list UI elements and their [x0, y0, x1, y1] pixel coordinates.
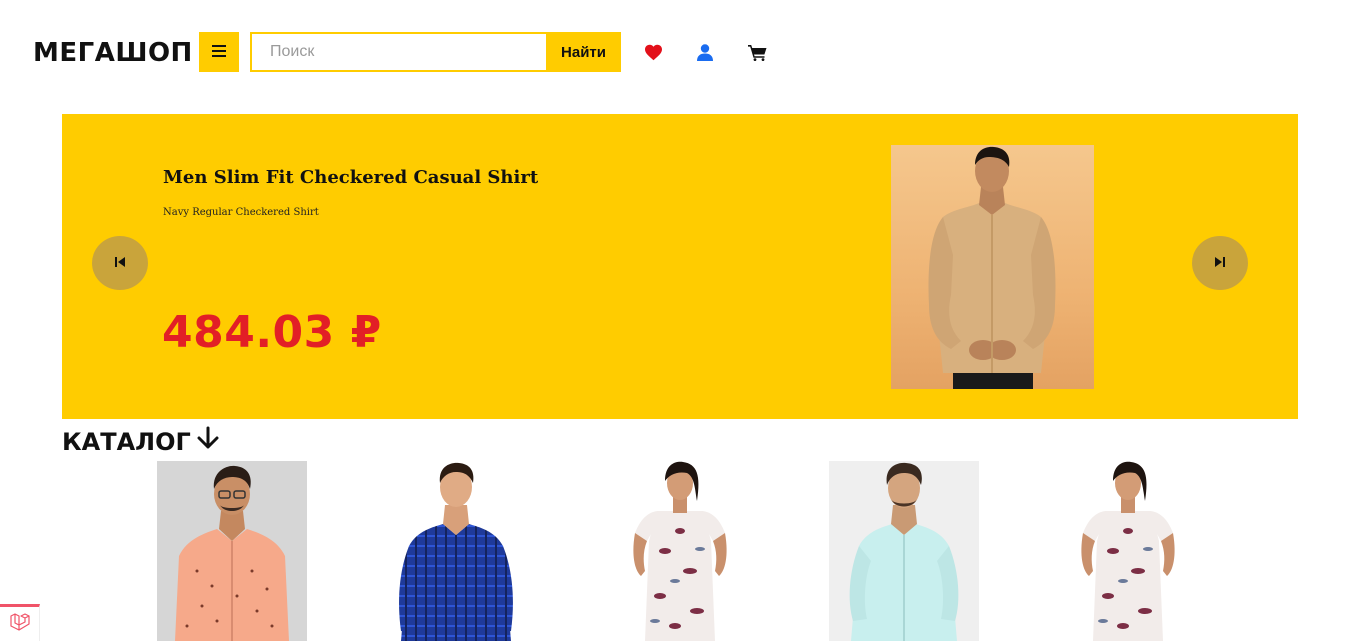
- banner-subtitle: Navy Regular Checkered Shirt: [163, 207, 319, 218]
- product-card[interactable]: [157, 461, 307, 641]
- floral-dress-photo: [633, 461, 727, 641]
- heart-icon[interactable]: [642, 41, 664, 63]
- arrow-down-icon: [197, 426, 219, 457]
- framework-logo-icon: [9, 612, 31, 637]
- menu-button[interactable]: [199, 32, 239, 72]
- search-bar: Найти: [250, 32, 621, 72]
- banner-product-image[interactable]: [891, 145, 1094, 389]
- user-icon[interactable]: [694, 41, 716, 63]
- debugbar-toggle[interactable]: [0, 604, 40, 641]
- banner-next-button[interactable]: [1192, 236, 1248, 290]
- product-card[interactable]: [1053, 461, 1203, 641]
- skip-next-icon: [1214, 256, 1226, 271]
- search-input[interactable]: [250, 32, 546, 72]
- mint-shirt-photo: [849, 462, 959, 641]
- banner-title[interactable]: Men Slim Fit Checkered Casual Shirt: [163, 167, 538, 188]
- menu-icon: [212, 44, 226, 60]
- search-button[interactable]: Найти: [546, 32, 621, 72]
- skip-previous-icon: [114, 256, 126, 271]
- banner-prev-button[interactable]: [92, 236, 148, 290]
- cart-icon[interactable]: [746, 41, 768, 63]
- catalog-title: КАТАЛОГ: [62, 427, 191, 456]
- banner-price: 484.03 ₽: [162, 307, 382, 358]
- product-card[interactable]: [605, 461, 755, 641]
- catalog-heading: КАТАЛОГ: [62, 426, 219, 457]
- site-logo[interactable]: МЕГАШОП: [33, 36, 193, 70]
- floral-dress-photo: [1081, 461, 1175, 641]
- blue-checkered-shirt-photo: [399, 462, 513, 641]
- peach-printed-shirt-photo: [175, 465, 289, 641]
- product-card[interactable]: [381, 461, 531, 641]
- product-card[interactable]: [829, 461, 979, 641]
- promo-banner: Men Slim Fit Checkered Casual Shirt Navy…: [62, 114, 1298, 419]
- site-header: МЕГАШОП Найти: [0, 0, 1360, 100]
